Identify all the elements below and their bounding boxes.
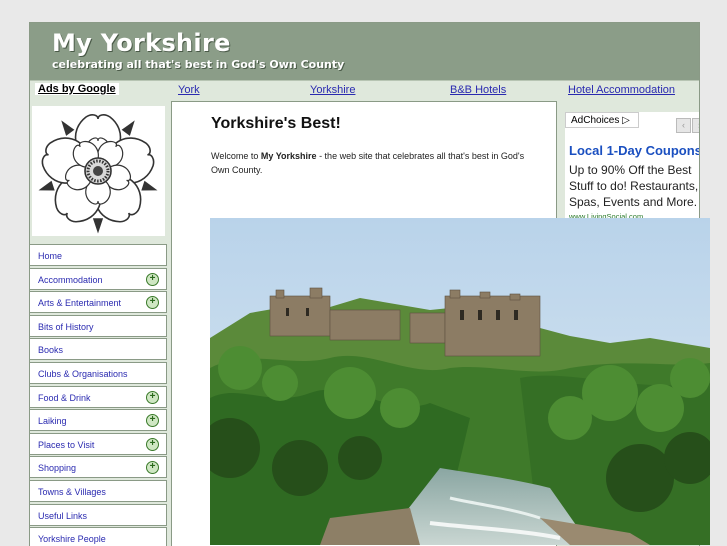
ads-by-google-label[interactable]: Ads by Google — [35, 83, 119, 95]
sidebar-nav: Home Accommodation + Arts & Entertainment + B… — [30, 244, 167, 546]
ad-link-bar: Ads by Google York Yorkshire B&B Hotels … — [30, 80, 699, 102]
sidebar-item-shopping[interactable]: Shopping + — [30, 456, 167, 479]
site-title[interactable]: My Yorkshire — [52, 29, 231, 57]
left-sidebar: Home Accommodation + Arts & Entertainment + B… — [30, 101, 172, 546]
expand-plus-icon[interactable]: + — [146, 272, 159, 286]
sidebar-item-clubs-organisations[interactable]: Clubs & Organisations — [30, 361, 167, 384]
expand-plus-icon[interactable]: + — [146, 437, 159, 451]
sidebar-item-places-to-visit[interactable]: Places to Visit + — [30, 432, 167, 455]
page-title: Yorkshire's Best! — [211, 115, 341, 132]
sidebar-item-home[interactable]: Home — [30, 244, 167, 266]
ad-link-yorkshire[interactable]: Yorkshire — [310, 84, 355, 96]
sidebar-item-arts-entertainment[interactable]: Arts & Entertainment + — [30, 291, 167, 314]
sidebar-item-bits-of-history[interactable]: Bits of History — [30, 314, 167, 337]
sidebar-item-label: Home — [38, 251, 63, 261]
sidebar-item-label: Yorkshire People — [38, 534, 106, 545]
ad-link-hotel-accommodation[interactable]: Hotel Accommodation — [568, 84, 675, 96]
castle-river-photo — [210, 218, 710, 545]
expand-plus-icon[interactable]: + — [146, 390, 159, 404]
sidebar-item-towns-villages[interactable]: Towns & Villages — [30, 479, 167, 502]
display-ad[interactable]: AdChoices ▷ ‹› Local 1-Day Coupons Up to… — [565, 112, 699, 222]
ad-nav: ‹› — [675, 115, 699, 133]
ad-body: Up to 90% Off the Best Stuff to do! Rest… — [569, 163, 699, 209]
sidebar-item-food-drink[interactable]: Food & Drink + — [30, 385, 167, 408]
sidebar-item-books[interactable]: Books — [30, 338, 167, 361]
sidebar-item-label: Shopping — [38, 463, 77, 474]
adchoices-badge[interactable]: AdChoices ▷ — [565, 112, 639, 128]
yorkshire-rose-icon — [32, 106, 165, 236]
sidebar-item-accommodation[interactable]: Accommodation + — [30, 267, 167, 290]
sidebar-item-label: Places to Visit — [38, 439, 95, 450]
sidebar-item-label: Books — [38, 345, 64, 356]
sidebar-item-label: Laiking — [38, 416, 67, 427]
site-header: My Yorkshire celebrating all that's best… — [30, 23, 699, 80]
ad-prev-icon[interactable]: ‹ — [676, 118, 691, 133]
sidebar-item-laiking[interactable]: Laiking + — [30, 409, 167, 432]
welcome-prefix: Welcome to — [211, 151, 261, 161]
expand-plus-icon[interactable]: + — [146, 296, 159, 310]
sidebar-item-yorkshire-people[interactable]: Yorkshire People — [30, 527, 167, 546]
sidebar-item-label: Accommodation — [38, 274, 103, 285]
sidebar-item-label: Towns & Villages — [38, 486, 106, 497]
sidebar-item-label: Useful Links — [38, 510, 88, 521]
sidebar-item-label: Bits of History — [38, 321, 94, 332]
adchoices-label: AdChoices — [571, 115, 620, 126]
sidebar-item-label: Clubs & Organisations — [38, 368, 128, 379]
expand-plus-icon[interactable]: + — [146, 461, 159, 475]
ad-link-bb-hotels[interactable]: B&B Hotels — [450, 84, 506, 96]
ad-next-icon[interactable]: › — [692, 118, 699, 133]
welcome-site-name: My Yorkshire — [260, 151, 317, 161]
expand-plus-icon[interactable]: + — [146, 414, 159, 428]
welcome-text: Welcome to My Yorkshire - the web site t… — [211, 149, 531, 177]
sidebar-item-label: Arts & Entertainment — [38, 298, 122, 309]
ad-headline[interactable]: Local 1-Day Coupons — [569, 143, 699, 158]
adchoices-icon: ▷ — [622, 115, 630, 126]
ad-link-york[interactable]: York — [178, 84, 200, 96]
sidebar-item-useful-links[interactable]: Useful Links — [30, 503, 167, 526]
site-tagline: celebrating all that's best in God's Own… — [52, 58, 345, 71]
sidebar-item-label: Food & Drink — [38, 392, 91, 403]
